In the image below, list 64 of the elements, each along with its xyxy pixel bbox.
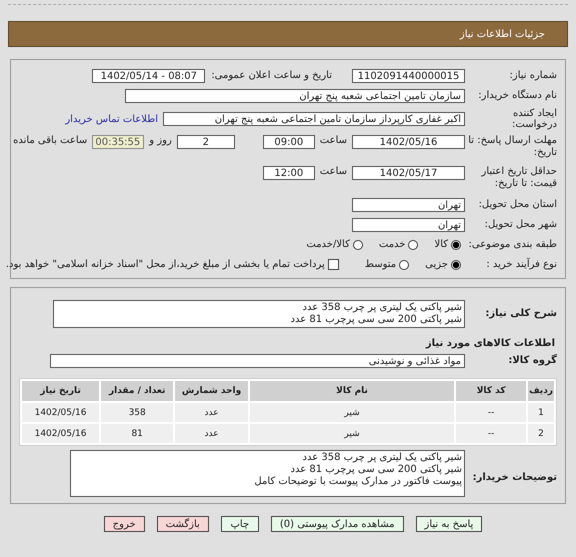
city-field: تهران [352,218,465,232]
column-header: کد کالا [456,381,526,401]
table-cell: شیر [250,424,454,443]
validity-time-field: 12:00 [262,166,315,180]
field-label: تاریخ و ساعت اعلان عمومی: [211,70,332,81]
deadline-date-field: 1402/05/16 [352,135,465,149]
table-cell: 2 [528,424,554,443]
column-header: تعداد / مقدار [101,381,174,401]
field-label: مهلت ارسال پاسخ: تا تاریخ: [467,135,558,159]
table-cell: شیر [250,403,454,422]
radio-label: خدمت [378,239,406,250]
buyer-notes-field: شیر پاکتی یک لیتری پر چرب 358 عدد شیر پاکتی 200 سی سی پرچرب 81 عدد پیوست فاکتور در مدارک پیوست با توضیحات کامل [70,450,465,497]
column-header: تاریخ نیاز [22,381,100,401]
field-label: توضیحات خریدار: [472,471,558,483]
action-button[interactable]: چاپ [220,516,259,532]
table-cell: عدد [175,424,248,443]
buyer-org-field: سازمان تامین اجتماعی شعبه پنج تهران [125,88,465,102]
province-field: تهران [352,198,465,212]
column-header: نام کالا [250,381,454,401]
section-heading: اطلاعات کالاهای مورد نیاز [424,338,556,349]
action-button[interactable]: مشاهده مدارک پیوستی (0) [270,516,404,532]
table-cell: 1 [528,403,554,422]
table-cell: عدد [175,403,248,422]
deadline-time-field: 09:00 [262,135,315,149]
field-label: شرح کلی نیاز: [484,307,558,319]
field-label: روز و [149,135,172,146]
contact-link[interactable]: اطلاعات تماس خریدار [65,114,158,124]
field-label: طبقه بندی موضوعی: [468,239,558,250]
action-button[interactable]: بازگشت [156,516,209,532]
action-button[interactable]: پاسخ به نیاز [416,516,482,532]
radio-label: کالا/خدمت [306,239,350,250]
field-label: ساعت [320,135,347,146]
field-label: ایجاد کننده درخواست: [511,108,558,130]
field-label: نام دستگاه خریدار: [477,90,558,101]
radio-label: کالا [434,239,448,250]
validity-date-field: 1402/05/17 [352,166,465,180]
table-cell: -- [456,424,526,443]
table-cell: 358 [101,403,174,422]
checkbox-label: پرداخت تمام یا بخشی از مبلغ خرید،از محل "اسناد خزانه اسلامی" خواهد بود. [6,259,325,270]
days-field: 2 [176,135,235,149]
field-label: شماره نیاز: [508,70,558,81]
page-title: جزئیات اطلاعات نیاز [460,28,545,40]
column-header: ردیف [528,381,554,401]
table-cell: 1402/05/16 [22,403,100,422]
requester-field: اکبر غفاری کارپرداز سازمان تامین اجتماعی شعبه پنج تهران [163,112,465,126]
description-field: شیر پاکتی یک لیتری پر چرب 358 عدد شیر پاکتی 200 سی سی پرچرب 81 عدد [53,300,465,328]
radio-label: جزیی [425,259,448,270]
field-label: ساعت [320,166,347,177]
need-number-field: 1102091440000015 [352,68,465,82]
field-label: حداقل تاریخ اعتبار قیمت: تا تاریخ: [480,166,558,190]
action-button[interactable]: خروج [104,516,145,532]
announce-date-field: 1402/05/14 - 08:07 [92,68,206,82]
table-cell: 81 [101,424,174,443]
table-cell: -- [456,403,526,422]
table-cell: 1402/05/16 [22,424,100,443]
field-label: استان محل تحویل: [478,199,558,210]
goods-group-field: مواد غذائی و نوشیدنی [50,354,465,368]
remaining-time-field: 00:35:55 [92,135,144,149]
column-header: واحد شمارش [175,381,248,401]
field-label: شهر محل تحویل: [484,219,558,230]
radio-label: متوسط [364,259,396,270]
field-label: گروه کالا: [507,355,558,366]
field-label: ساعت باقی مانده [13,135,88,146]
field-label: نوع فرآیند خرید : [485,259,558,270]
